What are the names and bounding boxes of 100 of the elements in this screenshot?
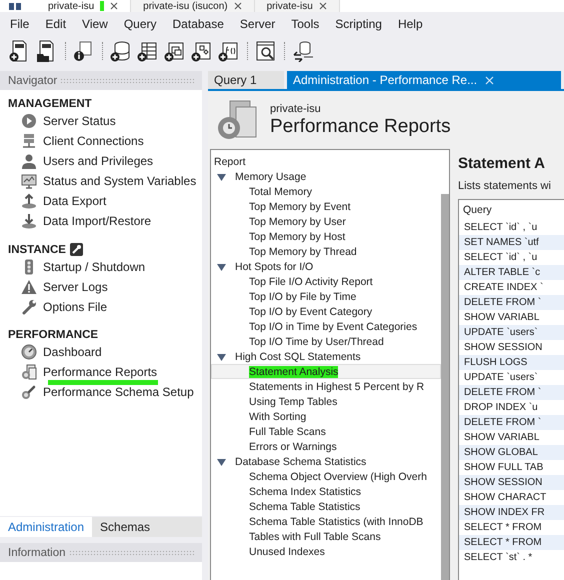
stopwatch-documents-icon — [21, 364, 37, 380]
tree-item[interactable]: Top Memory by User — [249, 216, 346, 228]
tree-item[interactable]: Full Table Scans — [249, 426, 326, 438]
tree-item[interactable]: Top I/O Time by User/Thread — [249, 336, 384, 348]
close-icon — [234, 2, 242, 10]
tree-item[interactable]: Top Memory by Thread — [249, 246, 357, 258]
navigator-item[interactable]: Data Import/Restore — [43, 214, 152, 228]
section-heading: PERFORMANCE — [8, 329, 98, 341]
expanded-triangle-icon — [217, 262, 226, 270]
tree-item[interactable]: Schema Table Statistics (with InnoDB — [249, 516, 424, 528]
column-heading: Report — [214, 156, 246, 168]
tree-item[interactable]: Statements in Highest 5 Percent by R — [249, 380, 424, 392]
editor-tab[interactable]: Administration - Performance Re... — [287, 71, 561, 89]
database-plus-icon[interactable] — [110, 40, 132, 62]
navigator-item[interactable]: Server Logs — [43, 280, 108, 294]
tree-item[interactable]: Top Memory by Host — [249, 230, 346, 242]
menu-item[interactable]: Query — [116, 17, 165, 31]
close-icon — [110, 2, 118, 10]
tree-item[interactable]: Schema Object Overview (High Overh — [249, 470, 427, 482]
navigator-item[interactable]: Client Connections — [43, 134, 144, 148]
menu-item[interactable]: Database — [164, 17, 232, 31]
close-icon — [485, 76, 494, 84]
navigator-item[interactable]: Startup / Shutdown — [43, 260, 146, 274]
stopwatch-wrench-icon — [21, 384, 37, 400]
table-cell: SELECT * FROM — [464, 537, 542, 548]
panel-title: Navigator — [8, 74, 58, 86]
tree-item[interactable]: Unused Indexes — [249, 546, 325, 558]
person-icon — [21, 153, 37, 169]
table-cell: SET NAMES `utf — [464, 237, 539, 248]
magnifier-document-icon[interactable] — [255, 40, 277, 62]
navigator-item[interactable]: Server Status — [43, 114, 116, 128]
tree-group[interactable]: Memory Usage — [235, 170, 306, 182]
expanded-triangle-icon — [217, 458, 226, 466]
table-cell: SHOW GLOBAL — [464, 447, 538, 458]
editor-tab[interactable]: Query 1 — [208, 71, 284, 89]
warning-icon — [21, 279, 37, 295]
navigator-item[interactable]: Data Export — [43, 194, 106, 208]
tree-item[interactable]: Top I/O in Time by Event Categories — [249, 320, 418, 332]
section-heading: MANAGEMENT — [8, 98, 92, 110]
tree-item[interactable]: Top File I/O Activity Report — [249, 276, 373, 288]
diagram-plus-icon[interactable] — [191, 40, 213, 62]
windows-plus-icon[interactable] — [164, 40, 186, 62]
table-cell: SHOW VARIABL — [464, 432, 540, 443]
expanded-triangle-icon — [217, 352, 226, 360]
menu-item[interactable]: File — [2, 17, 38, 31]
tree-item[interactable]: Top I/O by File by Time — [249, 290, 356, 302]
tree-item[interactable]: Tables with Full Table Scans — [249, 530, 381, 542]
wrench-icon — [21, 299, 37, 315]
tree-item[interactable]: Schema Index Statistics — [249, 486, 362, 498]
menu-item[interactable]: Edit — [37, 17, 74, 31]
report-title: Statement A — [458, 154, 546, 172]
table-cell: FLUSH LOGS — [464, 357, 528, 368]
panel-tab[interactable]: Schemas — [92, 517, 202, 537]
window-tab[interactable]: private-isu — [254, 0, 340, 12]
database-arrows-icon[interactable] — [292, 40, 314, 62]
menu-item[interactable]: Help — [390, 17, 431, 31]
tree-item[interactable]: Top Memory by Event — [249, 200, 351, 212]
navigator-item[interactable]: Options File — [43, 300, 108, 314]
server-icon — [21, 133, 37, 149]
tree-item[interactable]: Total Memory — [249, 186, 312, 198]
gauge-icon — [21, 344, 37, 360]
tree-item[interactable]: Using Temp Tables — [249, 396, 338, 408]
expanded-triangle-icon — [217, 172, 226, 180]
table-cell: ALTER TABLE `c — [464, 267, 540, 278]
menu-item[interactable]: Tools — [283, 17, 328, 31]
table-cell: UPDATE `users` — [464, 327, 538, 338]
tree-group[interactable]: Database Schema Statistics — [235, 456, 366, 468]
table-plus-icon[interactable] — [137, 40, 159, 62]
table-cell: SELECT `id` , `u — [464, 222, 538, 233]
page-title: Performance Reports — [270, 116, 451, 138]
tree-item[interactable]: With Sorting — [249, 410, 306, 422]
download-tray-icon — [21, 213, 37, 229]
table-cell: UPDATE `users` — [464, 372, 538, 383]
navigator-item[interactable]: Users and Privileges — [43, 154, 154, 168]
table-cell: SHOW SESSION — [464, 342, 542, 353]
tree-item[interactable]: Top I/O by Event Category — [249, 306, 372, 318]
upload-tray-icon — [21, 193, 37, 209]
menu-item[interactable]: Server — [232, 17, 284, 31]
table-cell: SELECT `id` , `u — [464, 252, 538, 263]
tree-item[interactable]: Errors or Warnings — [249, 440, 337, 452]
navigator-item[interactable]: Dashboard — [43, 345, 102, 359]
window-tab[interactable]: private-isu (isucon) — [131, 0, 255, 12]
scrollbar[interactable] — [441, 194, 449, 580]
navigator-item[interactable]: Performance Schema Setup — [43, 385, 194, 399]
wrench-square-icon — [70, 243, 83, 256]
function-plus-icon[interactable] — [218, 40, 240, 62]
close-icon — [318, 2, 327, 10]
report-description: Lists statements wi — [458, 180, 552, 192]
navigator-item[interactable]: Performance Reports — [43, 365, 158, 379]
table-cell: CREATE INDEX ` — [464, 282, 544, 293]
tree-item[interactable]: Statement Analysis — [249, 366, 338, 378]
tree-item[interactable]: Schema Table Statistics — [249, 500, 360, 512]
menu-item[interactable]: Scripting — [327, 17, 390, 31]
tree-group[interactable]: Hot Spots for I/O — [235, 260, 314, 272]
navigator-item[interactable]: Status and System Variables — [43, 174, 196, 188]
table-cell: SHOW FULL TAB — [464, 462, 544, 473]
table-cell: DELETE FROM ` — [464, 417, 542, 428]
section-heading: INSTANCE — [8, 244, 66, 256]
menu-item[interactable]: View — [74, 17, 116, 31]
tree-group[interactable]: High Cost SQL Statements — [235, 350, 361, 362]
